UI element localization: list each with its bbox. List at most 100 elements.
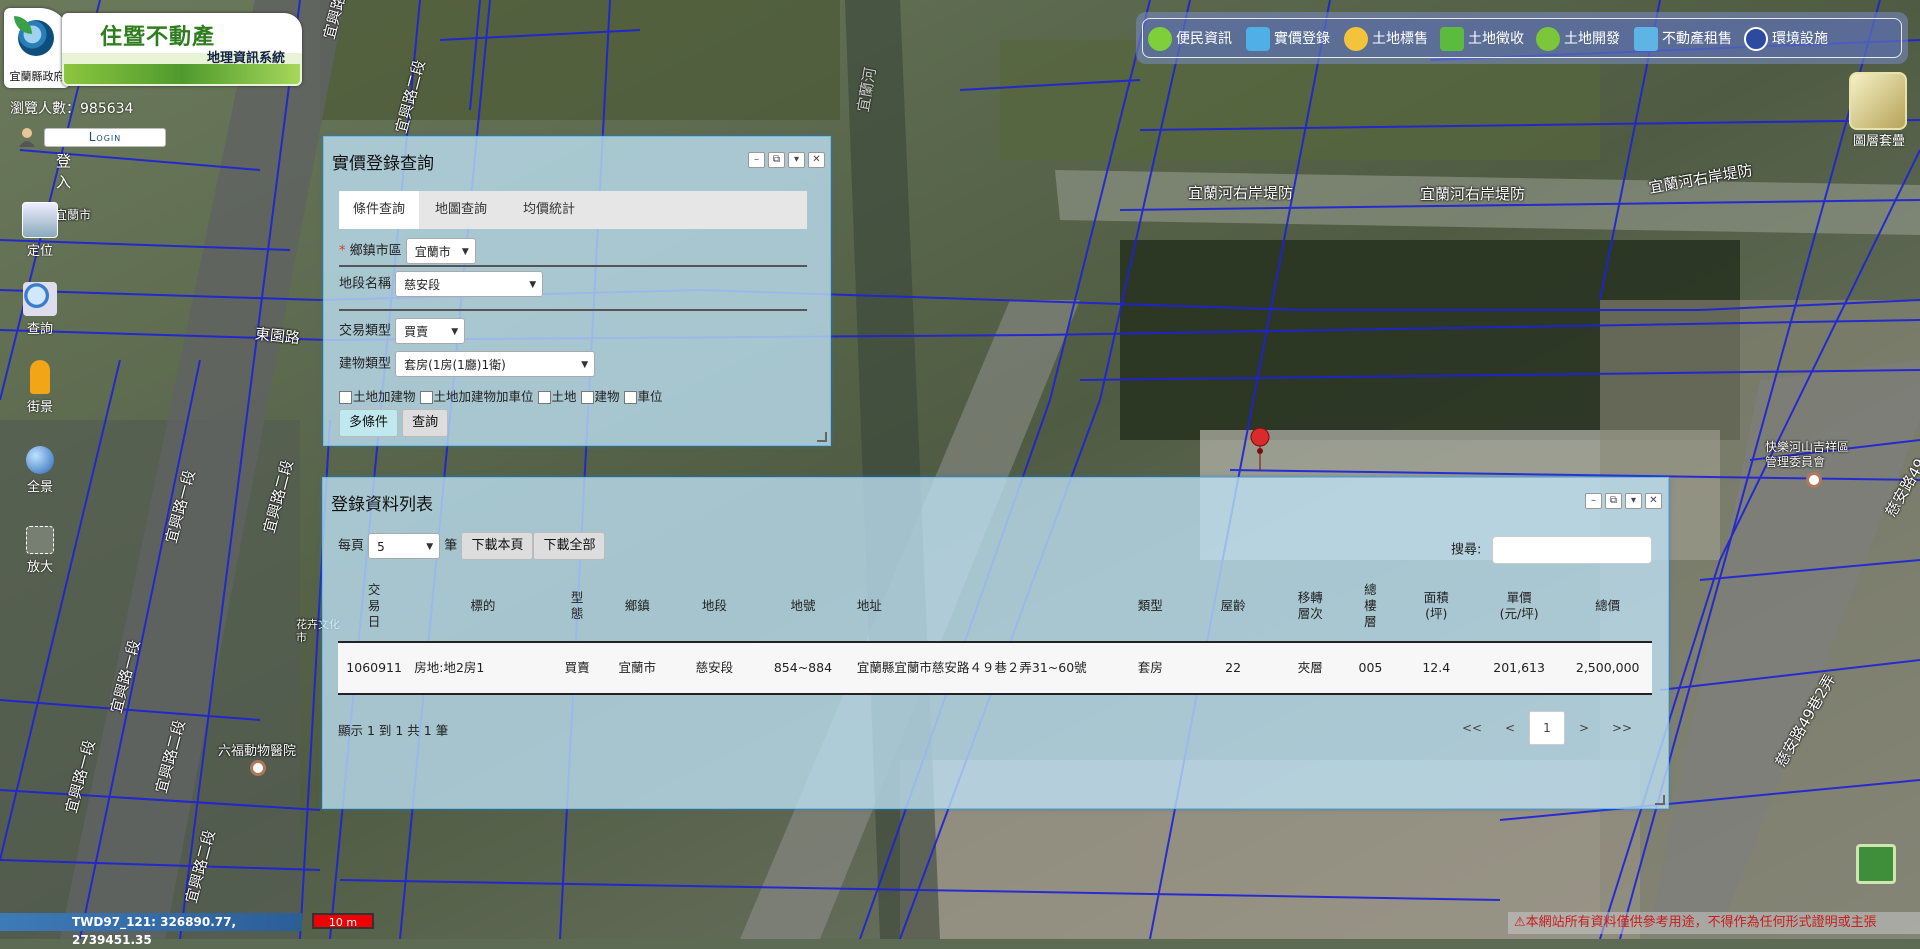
download-all-button[interactable]: 下載全部 bbox=[533, 532, 606, 560]
price-tag-icon bbox=[1246, 27, 1270, 51]
coordinate-readout: TWD97_121: 326890.77, 2739451.35 bbox=[0, 913, 302, 947]
next-page-button[interactable]: > bbox=[1565, 721, 1603, 735]
layer-overlay-button[interactable]: 圖層套疊 bbox=[1849, 72, 1909, 149]
poi-label: 快樂河山吉祥區管理委員會 bbox=[1765, 440, 1850, 469]
pegman-icon bbox=[30, 360, 50, 394]
checkbox-land-building[interactable] bbox=[339, 391, 352, 404]
resize-handle[interactable] bbox=[1655, 795, 1665, 805]
tab-condition-query[interactable]: 條件查詢 bbox=[339, 191, 420, 229]
hills-decoration bbox=[64, 64, 300, 84]
cell: 1060911 bbox=[338, 642, 411, 694]
table-info: 顯示 1 到 1 共 1 筆 bbox=[338, 723, 449, 738]
chevron-down-icon[interactable]: ▾ bbox=[1625, 493, 1642, 509]
multi-condition-button[interactable]: 多條件 bbox=[339, 409, 399, 437]
col-lot-number[interactable]: 地號 bbox=[753, 571, 853, 642]
scale-bar: 10 m bbox=[312, 913, 374, 929]
tool-land-auction[interactable]: 土地標售 bbox=[1344, 26, 1428, 52]
nav-streetview[interactable]: 街景 bbox=[16, 360, 64, 415]
minimize-icon[interactable]: – bbox=[1585, 493, 1602, 509]
price-query-panel: 實價登錄查詢 –⧉▾✕ 條件查詢 地圖查詢 均價統計 * 鄉鎮市區 宜蘭市 地段… bbox=[323, 136, 831, 446]
tool-public-info[interactable]: 便民資訊 bbox=[1148, 26, 1232, 52]
nav-locate[interactable]: 定位 bbox=[16, 202, 64, 259]
section-label: 地段名稱 bbox=[339, 276, 392, 292]
tool-real-estate-rental[interactable]: 不動產租售 bbox=[1634, 26, 1732, 52]
trade-type-select[interactable]: 買賣 bbox=[395, 318, 466, 345]
prev-page-button[interactable]: < bbox=[1491, 721, 1529, 735]
cell: 22 bbox=[1188, 642, 1278, 694]
close-icon[interactable]: ✕ bbox=[1645, 493, 1662, 509]
district-select[interactable]: 宜蘭市 bbox=[405, 238, 476, 265]
col-form[interactable]: 型態 bbox=[556, 571, 599, 642]
checkbox-land-building-parking[interactable] bbox=[419, 391, 433, 404]
checkbox-parking[interactable] bbox=[623, 391, 637, 404]
checkbox-building[interactable] bbox=[580, 391, 594, 404]
col-unit-price[interactable]: 單價(元/坪) bbox=[1475, 571, 1564, 642]
map-pin-icon[interactable] bbox=[1250, 444, 1270, 472]
search-input[interactable] bbox=[1491, 536, 1652, 564]
tools-icon[interactable] bbox=[1856, 844, 1896, 884]
tool-price-registration[interactable]: 實價登錄 bbox=[1246, 26, 1330, 52]
popout-icon[interactable]: ⧉ bbox=[1605, 493, 1622, 509]
last-page-button[interactable]: >> bbox=[1603, 721, 1641, 735]
query-tabs: 條件查詢 地圖查詢 均價統計 bbox=[339, 191, 807, 229]
col-target[interactable]: 標的 bbox=[410, 571, 555, 642]
tab-average-price[interactable]: 均價統計 bbox=[509, 191, 589, 229]
col-transfer-floor[interactable]: 移轉層次 bbox=[1277, 571, 1343, 642]
poi-label: 六福動物醫院 bbox=[218, 744, 297, 759]
tool-land-expropriation[interactable]: 土地徵收 bbox=[1440, 26, 1524, 52]
cell: 夾層 bbox=[1277, 642, 1344, 694]
login-label[interactable]: 登入 bbox=[56, 150, 71, 192]
poi-marker-icon[interactable] bbox=[250, 760, 266, 776]
tool-land-development[interactable]: 土地開發 bbox=[1536, 26, 1620, 52]
nav-zoom[interactable]: 放大 bbox=[16, 526, 64, 575]
user-icon bbox=[19, 128, 35, 147]
divider bbox=[339, 265, 807, 267]
cell: 005 bbox=[1343, 642, 1398, 694]
site-logo[interactable]: 宜蘭縣政府 住暨不動產 地理資訊系統 bbox=[0, 8, 305, 88]
poi-marker-icon[interactable] bbox=[1806, 472, 1822, 488]
records-list-panel: 登錄資料列表 –⧉▾✕ 每頁 5 筆 下載本頁下載全部 搜尋: 交易日 標的 型… bbox=[322, 477, 1669, 809]
nav-query-label: 查詢 bbox=[26, 322, 53, 337]
col-address[interactable]: 地址 bbox=[853, 571, 1112, 642]
section-select[interactable]: 慈安段 bbox=[395, 271, 544, 298]
login-button[interactable]: Login bbox=[44, 128, 166, 147]
col-age[interactable]: 屋齡 bbox=[1189, 571, 1278, 642]
nav-panorama-label: 全景 bbox=[26, 480, 53, 495]
download-page-button[interactable]: 下載本頁 bbox=[461, 532, 534, 560]
status-bar: TWD97_121: 326890.77, 2739451.35 bbox=[0, 913, 310, 947]
money-bag-icon bbox=[1344, 27, 1368, 51]
close-icon[interactable]: ✕ bbox=[808, 152, 825, 168]
col-total-price[interactable]: 總價 bbox=[1563, 571, 1652, 642]
col-trade-date[interactable]: 交易日 bbox=[338, 571, 410, 642]
per-page-select[interactable]: 5 bbox=[368, 533, 441, 560]
nav-panorama[interactable]: 全景 bbox=[16, 446, 64, 495]
checkbox-land[interactable] bbox=[537, 391, 551, 404]
query-button[interactable]: 查詢 bbox=[402, 409, 449, 437]
tool-environment-facilities[interactable]: 環境設施 bbox=[1744, 26, 1828, 52]
building-type-select[interactable]: 套房(1房(1廳)1衛) bbox=[395, 351, 596, 378]
col-area[interactable]: 面積(坪) bbox=[1398, 571, 1475, 642]
col-total-floors[interactable]: 總樓層 bbox=[1343, 571, 1397, 642]
visit-count: 985634 bbox=[80, 101, 134, 117]
street-label: 宜蘭河右岸堤防 bbox=[1420, 185, 1526, 203]
col-section[interactable]: 地段 bbox=[676, 571, 753, 642]
top-toolbar: 便民資訊 實價登錄 土地標售 土地徵收 土地開發 不動產租售 環境設施 bbox=[1136, 12, 1908, 64]
col-type[interactable]: 類型 bbox=[1112, 571, 1189, 642]
resize-handle[interactable] bbox=[817, 432, 827, 442]
panel-title: 實價登錄查詢 bbox=[332, 154, 434, 174]
popout-icon[interactable]: ⧉ bbox=[768, 152, 785, 168]
page-1-button[interactable]: 1 bbox=[1529, 711, 1565, 745]
table-header-row: 交易日 標的 型態 鄉鎮 地段 地號 地址 類型 屋齡 移轉層次 總樓層 面積(… bbox=[338, 571, 1652, 642]
tab-map-query[interactable]: 地圖查詢 bbox=[421, 191, 501, 229]
leaf-icon bbox=[1148, 27, 1172, 51]
table-row[interactable]: 1060911 房地:地2房1 買賣 宜蘭市 慈安段 854~884 宜蘭縣宜蘭… bbox=[338, 642, 1652, 694]
first-page-button[interactable]: << bbox=[1453, 721, 1491, 735]
nav-query[interactable]: 查詢 bbox=[16, 282, 64, 337]
chevron-down-icon[interactable]: ▾ bbox=[788, 152, 805, 168]
minimize-icon[interactable]: – bbox=[748, 152, 765, 168]
visit-counter: 瀏覽人數：985634 bbox=[10, 98, 133, 118]
cell: 2,500,000 bbox=[1563, 642, 1652, 694]
per-page-unit: 筆 bbox=[444, 538, 458, 554]
district-label: 鄉鎮市區 bbox=[349, 243, 402, 259]
col-township[interactable]: 鄉鎮 bbox=[599, 571, 676, 642]
